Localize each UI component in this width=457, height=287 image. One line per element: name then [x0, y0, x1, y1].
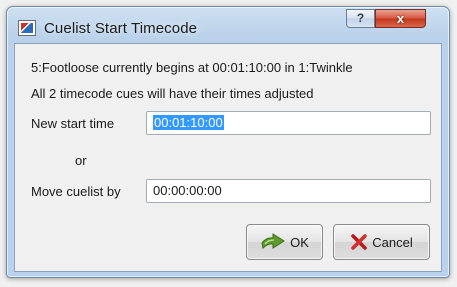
close-button[interactable]: x — [375, 9, 426, 28]
window-title: Cuelist Start Timecode — [44, 20, 198, 37]
red-x-icon — [351, 234, 368, 250]
ok-button[interactable]: OK — [246, 224, 323, 260]
title-bar[interactable]: Cuelist Start Timecode ? x — [7, 7, 449, 43]
green-arrow-check-icon — [261, 233, 286, 250]
or-label: or — [75, 153, 87, 168]
move-cuelist-input[interactable]: 00:00:00:00 — [146, 179, 431, 203]
ok-button-label: OK — [290, 234, 309, 250]
close-icon: x — [396, 11, 405, 26]
cancel-button[interactable]: Cancel — [333, 224, 430, 260]
new-start-time-value: 00:01:10:00 — [153, 115, 224, 130]
move-cuelist-value: 00:00:00:00 — [153, 183, 222, 198]
move-cuelist-label: Move cuelist by — [31, 184, 121, 199]
cancel-button-label: Cancel — [372, 234, 413, 250]
current-start-message: 5:Footloose currently begins at 00:01:10… — [31, 60, 353, 75]
adjust-info-message: All 2 timecode cues will have their time… — [31, 86, 314, 101]
dialog-window: Cuelist Start Timecode ? x 5:Footloose c… — [6, 6, 450, 278]
new-start-time-label: New start time — [31, 116, 115, 131]
dialog-body: 5:Footloose currently begins at 00:01:10… — [14, 43, 442, 272]
help-button[interactable]: ? — [346, 9, 375, 28]
new-start-time-input[interactable]: 00:01:10:00 — [146, 111, 431, 135]
app-icon — [18, 20, 36, 36]
